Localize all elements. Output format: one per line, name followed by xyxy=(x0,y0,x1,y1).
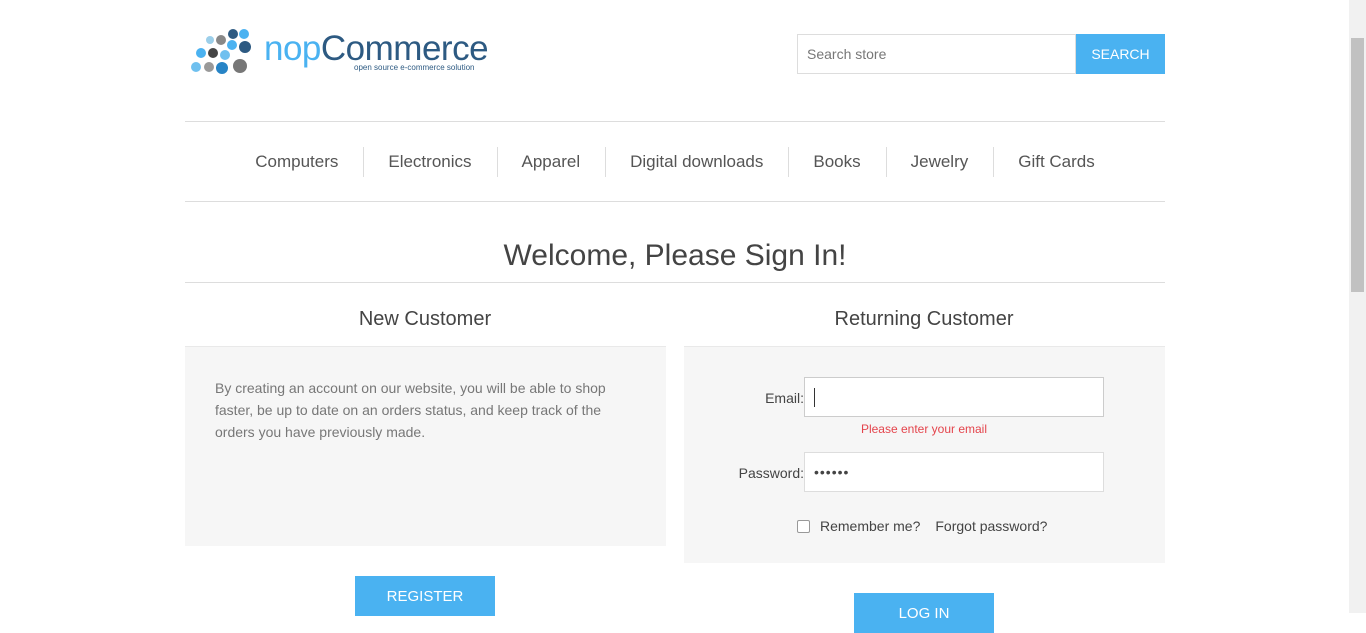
menu-item-apparel[interactable]: Apparel xyxy=(496,146,606,177)
email-field[interactable] xyxy=(804,377,1104,417)
page-container: nopCommerce open source e-commerce solut… xyxy=(185,0,1165,633)
returning-customer-panel: Email: Please enter your email Password:… xyxy=(684,346,1165,563)
login-button[interactable]: Log in xyxy=(854,593,994,633)
email-error-message: Please enter your email xyxy=(860,422,988,436)
top-menu: Computers Electronics Apparel Digital do… xyxy=(185,121,1165,202)
remember-me-label[interactable]: Remember me? xyxy=(820,518,920,534)
search-input[interactable] xyxy=(797,34,1076,74)
scrollbar-thumb[interactable] xyxy=(1351,38,1364,292)
page-title: Welcome, Please Sign In! xyxy=(503,239,847,272)
menu-item-computers[interactable]: Computers xyxy=(230,147,363,177)
menu-item-electronics[interactable]: Electronics xyxy=(363,146,496,177)
logo-name-nop: nop xyxy=(264,29,321,68)
password-field[interactable]: •••••• xyxy=(804,452,1104,492)
remember-row: Remember me? Forgot password? xyxy=(797,518,1047,534)
text-caret xyxy=(814,388,815,407)
search-box: Search xyxy=(797,34,1165,74)
logo-tagline: open source e-commerce solution xyxy=(354,63,475,72)
menu-item-books[interactable]: Books xyxy=(788,146,885,177)
new-customer-panel: By creating an account on our website, y… xyxy=(185,346,666,546)
returning-customer-title: Returning Customer xyxy=(834,308,1014,330)
forgot-password-link[interactable]: Forgot password? xyxy=(935,518,1047,534)
menu-item-digital-downloads[interactable]: Digital downloads xyxy=(605,146,788,177)
new-customer-text: By creating an account on our website, y… xyxy=(215,380,606,440)
email-label: Email: xyxy=(765,390,804,406)
title-divider xyxy=(185,282,1165,283)
menu-item-jewelry[interactable]: Jewelry xyxy=(885,146,994,177)
store-logo[interactable]: nopCommerce open source e-commerce solut… xyxy=(190,26,500,80)
logo-dots-icon xyxy=(191,29,251,74)
register-button[interactable]: Register xyxy=(355,576,495,616)
menu-item-gift-cards[interactable]: Gift Cards xyxy=(993,146,1120,177)
page-scrollbar[interactable] xyxy=(1349,0,1366,613)
new-customer-title: New Customer xyxy=(358,308,492,330)
password-label: Password: xyxy=(738,465,804,481)
search-button[interactable]: Search xyxy=(1076,34,1165,74)
remember-me-checkbox[interactable] xyxy=(797,519,810,533)
